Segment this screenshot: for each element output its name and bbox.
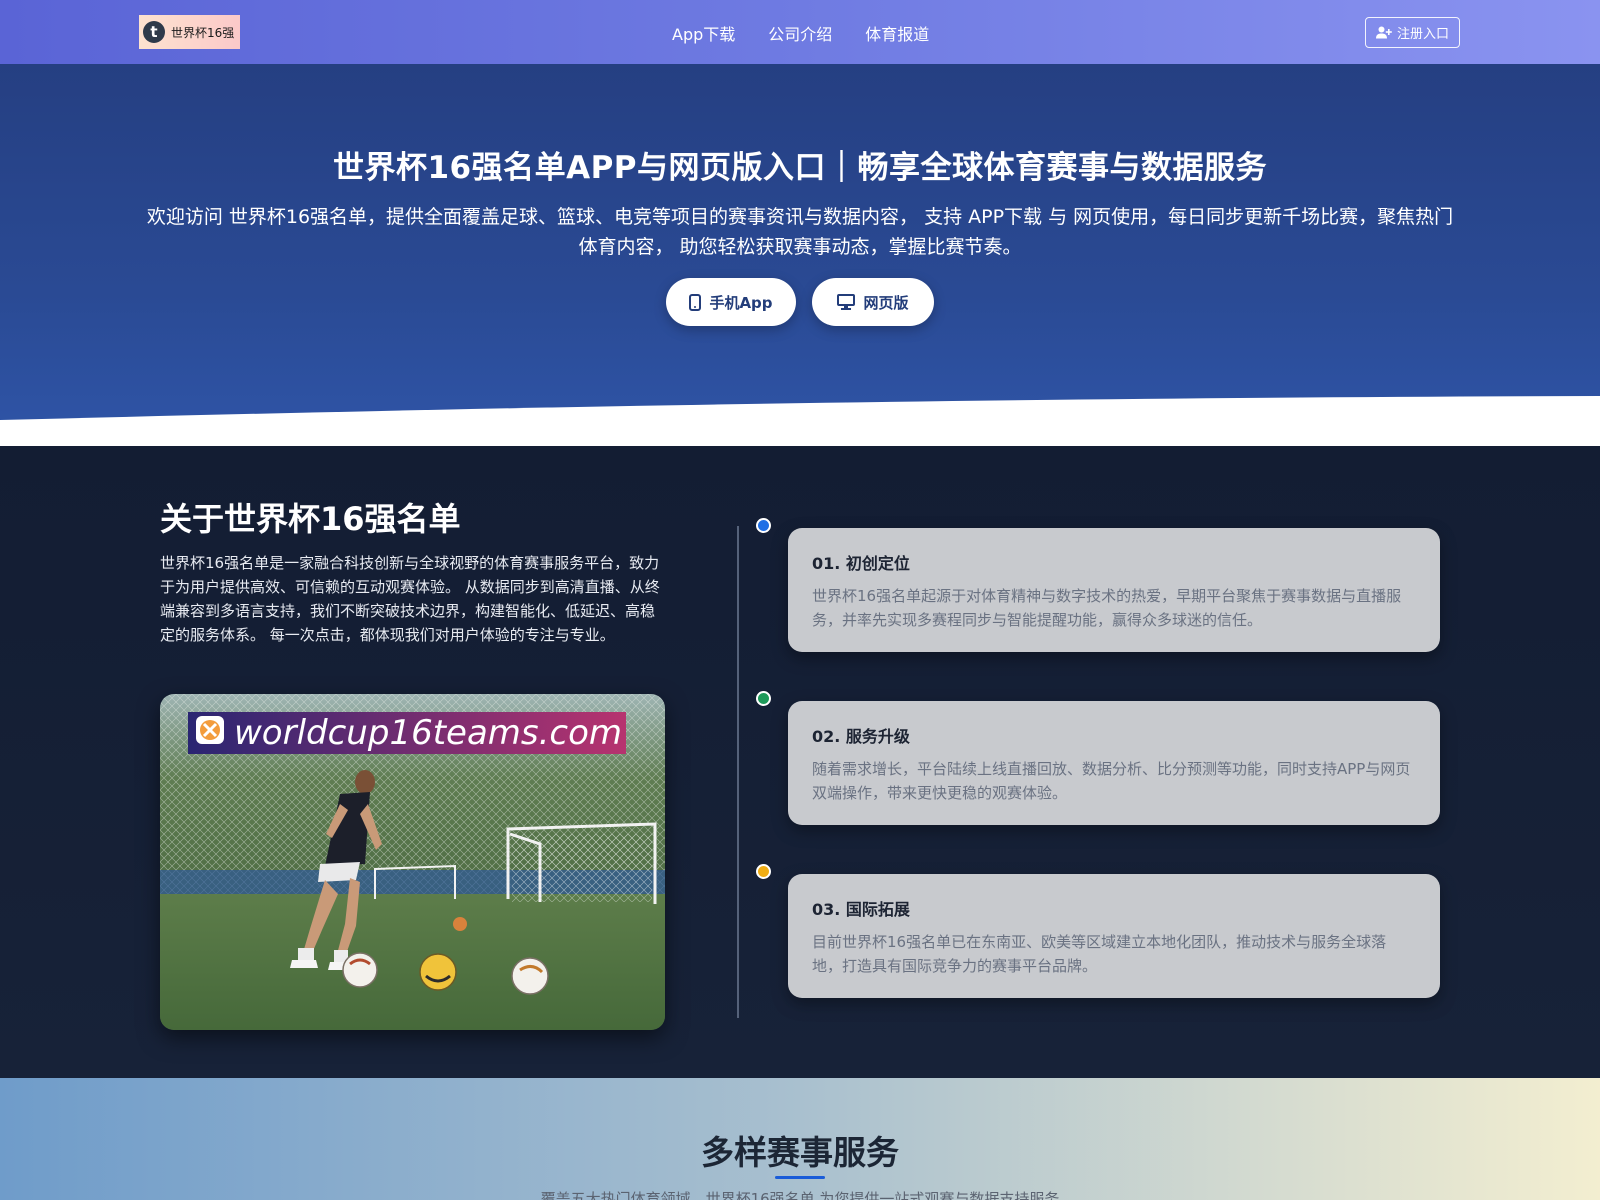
services-subtitle: 覆盖五大热门体育领域，世界杯16强名单 为您提供一站式观赛与数据支持服务 [540, 1190, 1060, 1200]
timeline-card-text: 世界杯16强名单起源于对体育精神与数字技术的热爱，早期平台聚焦于赛事数据与直播服… [812, 587, 1402, 629]
desktop-monitor-icon [837, 294, 856, 310]
register-button-label: 注册入口 [1396, 27, 1449, 42]
football-training-photo: worldcup16teams.com [160, 694, 665, 1030]
hero-wave-divider [0, 396, 1600, 446]
timeline-card-upgrade: 02. 服务升级 随着需求增长，平台陆续上线直播回放、数据分析、比分预测等功能，… [788, 701, 1440, 825]
timeline-card-title: 02. 服务升级 [812, 727, 910, 746]
logo-icon: t [143, 21, 165, 43]
nav-links: App下载 公司介绍 体育报道 [672, 21, 929, 45]
timeline-card-text: 目前世界杯16强名单已在东南亚、欧美等区域建立本地化团队，推动技术与服务全球落地… [812, 933, 1387, 975]
photo-watermark-text: worldcup16teams.com [234, 713, 622, 753]
user-plus-icon [1375, 26, 1392, 39]
about-section: 关于世界杯16强名单 世界杯16强名单是一家融合科技创新与全球视野的体育赛事服务… [0, 446, 1600, 1078]
timeline-dot-1 [756, 518, 771, 533]
mobile-app-button[interactable]: 手机App [666, 278, 796, 326]
timeline-card-title: 01. 初创定位 [812, 554, 910, 573]
site-logo[interactable]: t 世界杯16强 [139, 15, 240, 49]
nav-link-app-download[interactable]: App下载 [672, 21, 735, 45]
services-section: 多样赛事服务 覆盖五大热门体育领域，世界杯16强名单 为您提供一站式观赛与数据支… [0, 1078, 1600, 1200]
timeline-dot-3 [756, 864, 771, 879]
hero-title: 世界杯16强名单APP与网页版入口｜畅享全球体育赛事与数据服务 [332, 150, 1268, 186]
about-description: 世界杯16强名单是一家融合科技创新与全球视野的体育赛事服务平台，致力于为用户提供… [160, 554, 660, 644]
services-title: 多样赛事服务 [701, 1133, 899, 1172]
timeline-line [737, 526, 739, 1018]
register-button[interactable]: 注册入口 [1365, 17, 1460, 48]
timeline-card-founding: 01. 初创定位 世界杯16强名单起源于对体育精神与数字技术的热爱，早期平台聚焦… [788, 528, 1440, 652]
nav-link-sports-news[interactable]: 体育报道 [865, 21, 929, 45]
services-title-underline [775, 1176, 825, 1179]
mobile-app-button-label: 手机App [709, 293, 773, 312]
mobile-phone-icon [689, 293, 702, 311]
top-navbar: t 世界杯16强 App下载 公司介绍 体育报道 注册入口 [0, 0, 1600, 64]
hero-description: 欢迎访问 世界杯16强名单，提供全面覆盖足球、篮球、电竞等项目的赛事资讯与数据内… [146, 206, 1454, 258]
timeline-card-international: 03. 国际拓展 目前世界杯16强名单已在东南亚、欧美等区域建立本地化团队，推动… [788, 874, 1440, 998]
web-version-button[interactable]: 网页版 [812, 278, 934, 326]
web-version-button-label: 网页版 [863, 293, 909, 312]
logo-text: 世界杯16强 [171, 25, 235, 40]
hero-buttons: 手机App 网页版 [666, 278, 934, 326]
about-title: 关于世界杯16强名单 [160, 500, 461, 538]
timeline-card-text: 随着需求增长，平台陆续上线直播回放、数据分析、比分预测等功能，同时支持APP与网… [812, 760, 1411, 802]
nav-link-company-intro[interactable]: 公司介绍 [768, 21, 832, 45]
timeline-card-title: 03. 国际拓展 [812, 900, 910, 919]
hero-section: 世界杯16强名单APP与网页版入口｜畅享全球体育赛事与数据服务 欢迎访问 世界杯… [0, 64, 1600, 446]
timeline-dot-2 [756, 691, 771, 706]
